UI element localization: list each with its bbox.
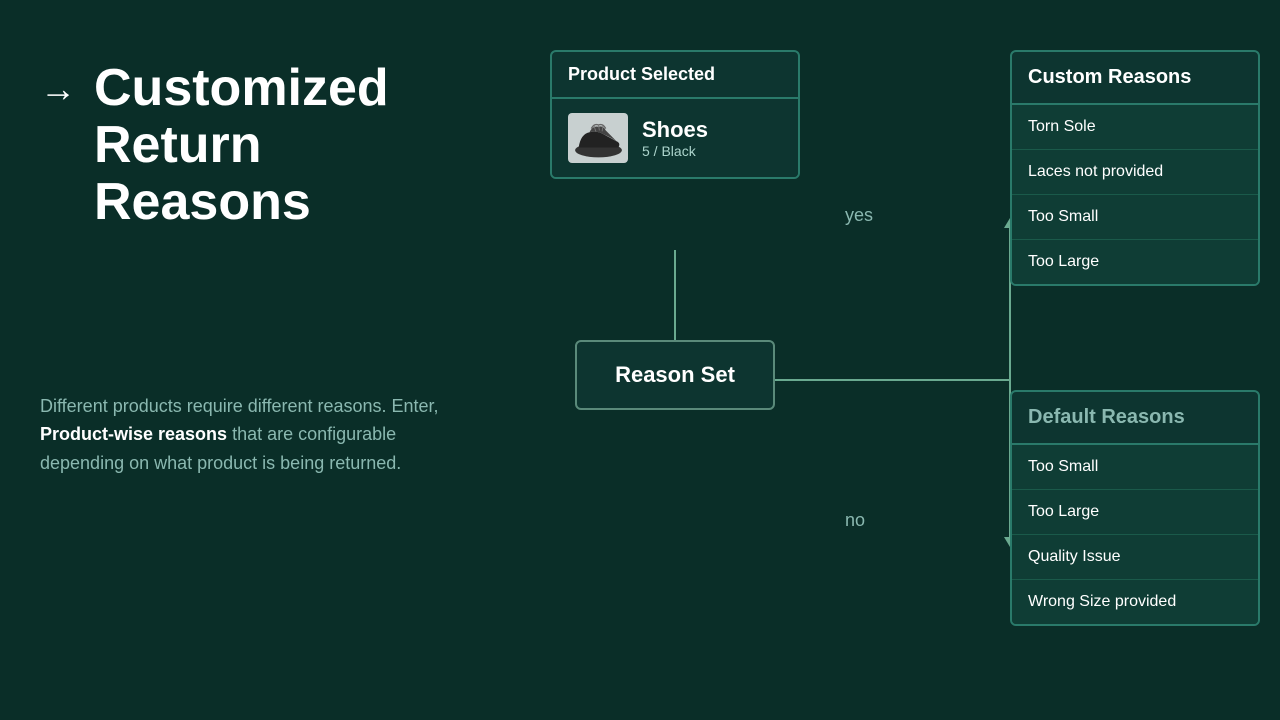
default-reasons-header: Default Reasons: [1012, 392, 1258, 445]
main-title: Customized Return Reasons: [94, 60, 389, 232]
default-reason-item-1: Too Small: [1012, 445, 1258, 490]
reason-set-box: Reason Set: [575, 340, 775, 410]
yes-label: yes: [845, 205, 873, 226]
custom-reason-item-1: Torn Sole: [1012, 105, 1258, 150]
left-section: → Customized Return Reasons Different pr…: [40, 0, 500, 720]
custom-reason-item-3: Too Small: [1012, 195, 1258, 240]
product-item: Shoes 5 / Black: [552, 99, 798, 177]
custom-reason-item-2: Laces not provided: [1012, 150, 1258, 195]
description-text: Different products require different rea…: [40, 392, 470, 478]
product-name: Shoes: [642, 117, 708, 143]
product-info: Shoes 5 / Black: [642, 117, 708, 159]
custom-reasons-header: Custom Reasons: [1012, 52, 1258, 105]
diagram-section: Product Selected Shoes 5 / Black: [520, 50, 1260, 710]
title-row: → Customized Return Reasons: [40, 60, 500, 232]
product-selected-header: Product Selected: [552, 52, 798, 99]
product-sub: 5 / Black: [642, 143, 708, 159]
product-selected-box: Product Selected Shoes 5 / Black: [550, 50, 800, 179]
no-label: no: [845, 510, 865, 531]
custom-reason-item-4: Too Large: [1012, 240, 1258, 284]
default-reason-item-4: Wrong Size provided: [1012, 580, 1258, 624]
default-reasons-box: Default Reasons Too Small Too Large Qual…: [1010, 390, 1260, 626]
custom-reasons-box: Custom Reasons Torn Sole Laces not provi…: [1010, 50, 1260, 286]
arrow-icon: →: [40, 68, 76, 110]
default-reason-item-2: Too Large: [1012, 490, 1258, 535]
default-reason-item-3: Quality Issue: [1012, 535, 1258, 580]
shoe-image: [568, 113, 628, 163]
